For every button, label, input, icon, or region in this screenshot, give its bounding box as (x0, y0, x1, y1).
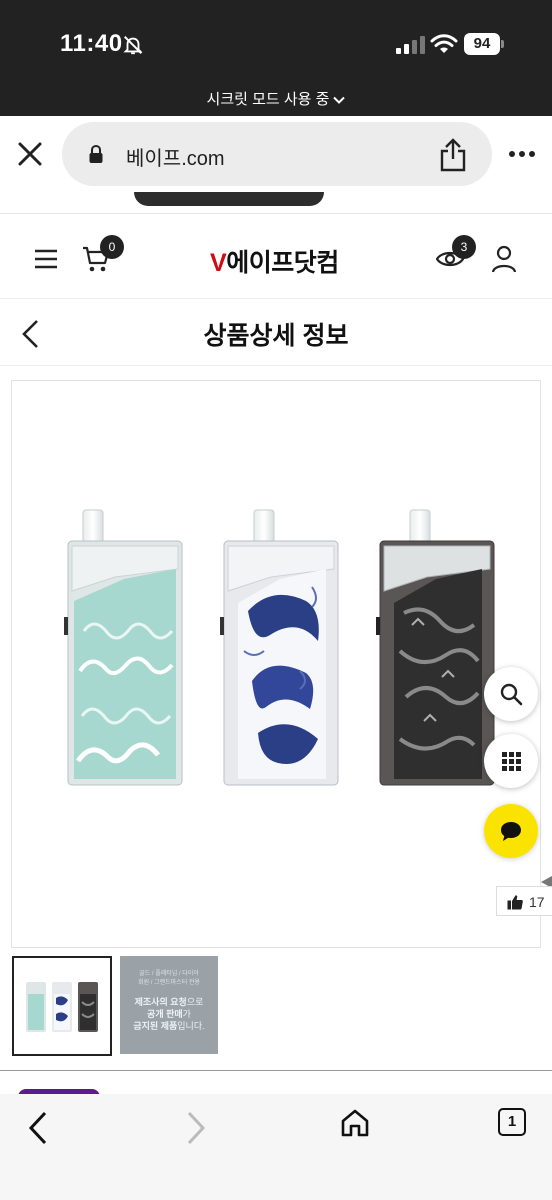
status-bar: 11:40 94 (0, 0, 552, 84)
thumbnail-devices[interactable] (12, 956, 112, 1056)
forward-icon[interactable] (184, 1110, 208, 1146)
page-title-row: 상품상세 정보 (0, 300, 552, 366)
device-koi (220, 509, 339, 786)
back-icon[interactable] (26, 1110, 50, 1146)
browser-toolbar: 1 (0, 1094, 552, 1200)
more-icon[interactable] (506, 140, 538, 168)
site-header: 0 V에이프닷컴 3 (0, 215, 552, 299)
bell-slash-icon (123, 36, 143, 55)
menu-icon[interactable] (34, 249, 58, 269)
product-photo (64, 509, 495, 786)
home-icon[interactable] (340, 1108, 370, 1138)
site-logo[interactable]: V에이프닷컴 (210, 243, 339, 279)
logo-text: 에이프닷컴 (226, 249, 339, 277)
share-icon[interactable] (438, 138, 468, 172)
thumbs-up-icon (507, 895, 523, 910)
signal-icon (396, 36, 425, 54)
tabs-icon[interactable]: 1 (498, 1108, 526, 1136)
notice-tier-line1: 골드 / 플래티넘 / 다이아 (139, 971, 199, 977)
private-mode-label: 시크릿 모드 사용 중 (206, 91, 330, 108)
notice-tier-line2: 회원 / 그랜드마스터 전용 (138, 980, 200, 986)
url-text: 베이프.com (126, 148, 225, 170)
scrolled-top-strip (0, 192, 552, 214)
notice-main-text: 제조사의 요청으로 공개 판매가 금지된 제품입니다. (120, 996, 218, 1032)
top-search-pill[interactable] (134, 192, 324, 206)
status-time: 11:40 (60, 30, 123, 57)
thumbnail-notice[interactable]: 골드 / 플래티넘 / 다이아 회원 / 그랜드마스터 전용 제조사의 요청으로… (120, 956, 218, 1054)
cart-count-badge: 0 (100, 235, 124, 259)
chat-icon (501, 822, 521, 841)
close-icon[interactable] (14, 138, 46, 170)
product-image[interactable] (11, 380, 541, 948)
section-divider (0, 1070, 552, 1071)
chevron-down-icon (333, 96, 346, 104)
browser-bar: 베이프.com (0, 116, 552, 192)
recent-count-badge: 3 (452, 235, 476, 259)
floating-search-button[interactable] (484, 667, 538, 721)
battery-tip (501, 40, 504, 48)
device-dragon (376, 509, 495, 786)
notice-normal3: 입니다. (177, 1021, 205, 1031)
page-title: 상품상세 정보 (203, 322, 349, 350)
notice-normal2: 가 (182, 1009, 191, 1019)
floating-chat-button[interactable] (484, 804, 538, 858)
notice-tier-text: 골드 / 플래티넘 / 다이아 회원 / 그랜드마스터 전용 (120, 970, 218, 988)
logo-v: V (210, 249, 227, 277)
battery-icon: 94 (464, 33, 504, 55)
url-field[interactable]: 베이프.com (62, 122, 492, 186)
search-icon (500, 683, 523, 706)
like-count: 17 (529, 894, 545, 910)
notice-bold3: 금지된 제품 (133, 1021, 178, 1031)
notice-normal1: 으로 (186, 997, 204, 1007)
battery-level: 94 (464, 33, 500, 55)
notice-bold1: 제조사의 요청 (134, 997, 187, 1007)
user-icon[interactable] (492, 245, 516, 273)
notice-bold2: 공개 판매 (147, 1009, 183, 1019)
thumbnail-devices-image (26, 982, 98, 1032)
wifi-icon (430, 34, 458, 53)
private-mode-banner[interactable]: 시크릿 모드 사용 중 (0, 84, 552, 116)
grid-icon (502, 752, 521, 771)
lock-icon (89, 144, 103, 163)
like-button[interactable]: 17 (496, 886, 552, 916)
device-teal (64, 509, 183, 786)
floating-menu-button[interactable] (484, 734, 538, 788)
